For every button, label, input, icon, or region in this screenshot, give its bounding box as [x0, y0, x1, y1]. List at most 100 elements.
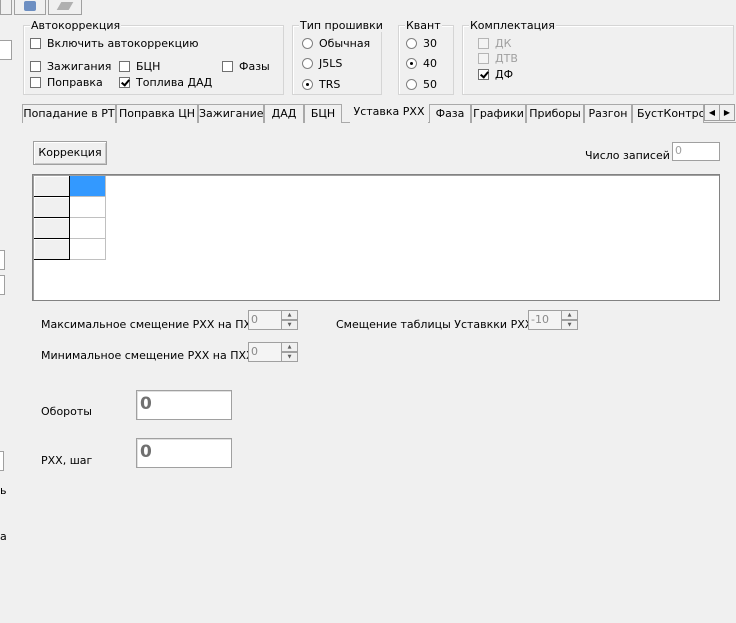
- phases-label: Фазы: [239, 60, 270, 73]
- correction-checkbox[interactable]: [30, 77, 41, 88]
- table-offset-field[interactable]: -10: [528, 310, 562, 330]
- fuel-dad-checkbox[interactable]: [119, 77, 130, 88]
- quant-label-40: 40: [423, 57, 437, 70]
- firmware-title: Тип прошивки: [299, 19, 384, 32]
- rxx-step-label: РХХ, шаг: [41, 454, 93, 467]
- max-offset-label: Максимальное смещение РХХ на ПХХ: [41, 318, 259, 331]
- ignition-label: Зажигания: [47, 60, 112, 73]
- min-offset-label: Минимальное смещение РХХ на ПХХ: [41, 349, 254, 362]
- quant-label-50: 50: [423, 78, 437, 91]
- df-checkbox[interactable]: [478, 69, 489, 80]
- rxx-grid[interactable]: [32, 174, 720, 301]
- tab-faza[interactable]: Фаза: [429, 104, 471, 123]
- left-edit-4[interactable]: [0, 451, 4, 471]
- grid-cell[interactable]: [70, 197, 106, 218]
- left-edit-2[interactable]: [0, 250, 5, 270]
- grid-selected-cell[interactable]: [70, 176, 106, 197]
- min-offset-field[interactable]: 0: [248, 342, 282, 362]
- min-offset-down-button[interactable]: ▼: [281, 352, 298, 362]
- equipment-title: Комплектация: [469, 19, 556, 32]
- ignition-checkbox[interactable]: [30, 61, 41, 72]
- correction-button[interactable]: Коррекция: [33, 141, 107, 165]
- fuel-dad-label: Топлива ДАД: [136, 76, 213, 89]
- tab-label: Зажигание: [199, 107, 264, 120]
- tab-dad[interactable]: ДАД: [264, 104, 304, 123]
- left-label-fragment-1: ь: [0, 484, 7, 497]
- toolbar-button-2[interactable]: [14, 0, 46, 15]
- grid-fixed-cell: [34, 197, 70, 218]
- firmware-radio-trs[interactable]: [302, 79, 313, 90]
- records-count-label: Число записей: [585, 149, 670, 162]
- firmware-label-normal: Обычная: [319, 37, 371, 50]
- quant-label-30: 30: [423, 37, 437, 50]
- tab-label: Фаза: [435, 107, 465, 120]
- table-offset-down-button[interactable]: ▼: [561, 320, 578, 330]
- tab-bcn[interactable]: БЦН: [304, 104, 342, 123]
- dtv-checkbox[interactable]: [478, 53, 489, 64]
- tab-pribory[interactable]: Приборы: [526, 104, 584, 123]
- tab-popravka-cn[interactable]: Поправка ЦН: [116, 104, 198, 123]
- df-label: ДФ: [495, 68, 514, 81]
- grid-fixed-cell: [34, 218, 70, 239]
- autocorrection-title: Автокоррекция: [30, 19, 122, 32]
- table-offset-up-button[interactable]: ▲: [561, 310, 578, 320]
- max-offset-up-button[interactable]: ▲: [281, 310, 298, 320]
- tab-label: Приборы: [529, 107, 581, 120]
- tab-ustavka-rxx[interactable]: Уставка РХХ: [350, 102, 428, 124]
- tool-icon: [24, 1, 36, 11]
- tab-label: Разгон: [588, 107, 628, 120]
- phases-checkbox[interactable]: [222, 61, 233, 72]
- enable-autocorrection-label: Включить автокоррекцию: [47, 37, 199, 50]
- quant-radio-30[interactable]: [406, 38, 417, 49]
- min-offset-up-button[interactable]: ▲: [281, 342, 298, 352]
- rpm-label: Обороты: [41, 405, 92, 418]
- tab-zazhiganie[interactable]: Зажигание: [198, 104, 264, 123]
- rpm-field[interactable]: 0: [136, 390, 232, 420]
- tab-label: Попадание в РТ: [23, 107, 115, 120]
- left-edit-3[interactable]: [0, 275, 5, 295]
- quant-title: Квант: [405, 19, 442, 32]
- correction-button-label: Коррекция: [38, 146, 102, 159]
- tab-grafiki[interactable]: Графики: [471, 104, 526, 123]
- min-offset-spin[interactable]: 0 ▲ ▼: [248, 342, 298, 362]
- tab-razgon[interactable]: Разгон: [584, 104, 632, 123]
- records-count-field[interactable]: 0: [672, 142, 720, 161]
- dtv-label: ДТВ: [495, 52, 518, 65]
- dk-checkbox[interactable]: [478, 38, 489, 49]
- toolbar-button-3[interactable]: [48, 0, 82, 15]
- firmware-radio-j5ls[interactable]: [302, 58, 313, 69]
- rxx-step-field[interactable]: 0: [136, 438, 232, 468]
- table-offset-spin[interactable]: -10 ▲ ▼: [528, 310, 578, 330]
- toolbar-button-1[interactable]: [0, 0, 12, 15]
- firmware-label-trs: TRS: [319, 78, 341, 91]
- tabs-scroll-right-button[interactable]: ▶: [719, 104, 735, 121]
- quant-radio-50[interactable]: [406, 79, 417, 90]
- left-edit-1[interactable]: [0, 40, 12, 60]
- table-offset-label: Смещение таблицы Уставкки РХХ: [336, 318, 533, 331]
- tab-label: Уставка РХХ: [353, 105, 425, 118]
- grid-fixed-cell: [34, 176, 70, 197]
- firmware-radio-normal[interactable]: [302, 38, 313, 49]
- grid-cell[interactable]: [70, 239, 106, 260]
- pencil-icon: [56, 2, 74, 10]
- tabs-scroll-left-button[interactable]: ◀: [704, 104, 720, 121]
- quant-radio-40[interactable]: [406, 58, 417, 69]
- grid-fixed-cell: [34, 239, 70, 260]
- max-offset-spin[interactable]: 0 ▲ ▼: [248, 310, 298, 330]
- tab-bustkontrol[interactable]: БустКонтрол: [632, 104, 704, 123]
- tab-popadanie-rt[interactable]: Попадание в РТ: [22, 104, 116, 123]
- bcn-label: БЦН: [136, 60, 161, 73]
- tab-label: Графики: [473, 107, 524, 120]
- tab-label: БустКонтрол: [637, 107, 703, 120]
- tab-label: БЦН: [310, 107, 336, 120]
- max-offset-field[interactable]: 0: [248, 310, 282, 330]
- max-offset-down-button[interactable]: ▼: [281, 320, 298, 330]
- tab-strip: Попадание в РТ Поправка ЦН Зажигание ДАД…: [22, 102, 736, 124]
- grid-cell[interactable]: [70, 218, 106, 239]
- enable-autocorrection-checkbox[interactable]: [30, 38, 41, 49]
- tab-label: Поправка ЦН: [118, 107, 196, 120]
- left-label-fragment-2: а: [0, 530, 7, 543]
- bcn-checkbox[interactable]: [119, 61, 130, 72]
- dk-label: ДК: [495, 37, 512, 50]
- correction-label: Поправка: [47, 76, 103, 89]
